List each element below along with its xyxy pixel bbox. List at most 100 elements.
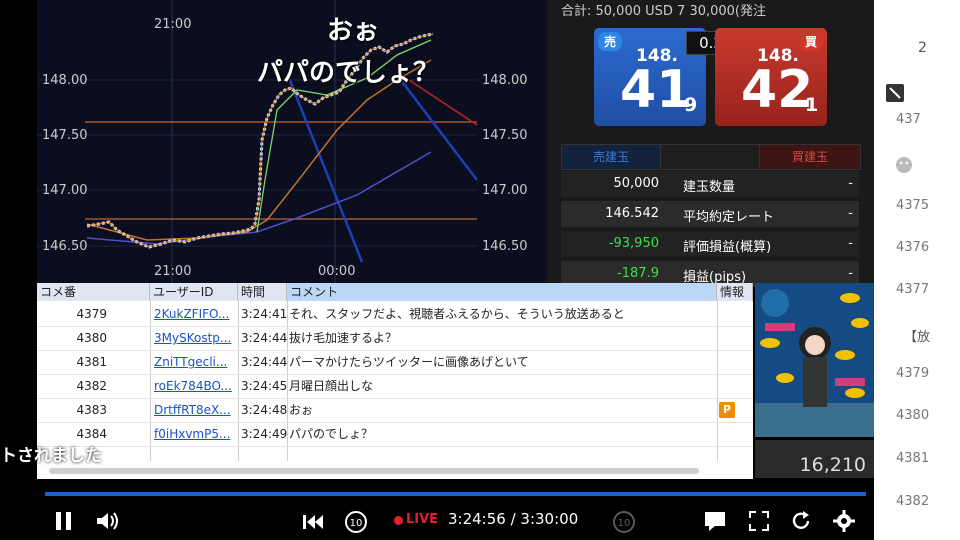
comment-time: 3:24:49 bbox=[241, 427, 287, 441]
y-tick-right: 148.00 bbox=[482, 73, 528, 88]
sidebar-comment-number: 4381 bbox=[896, 451, 930, 466]
y-tick-left: 147.00 bbox=[42, 183, 88, 198]
comment-time: 3:24:44 bbox=[241, 331, 287, 345]
fullscreen-icon[interactable] bbox=[747, 509, 771, 537]
comment-text: 抜け毛加速するよ？ bbox=[289, 331, 398, 345]
trading-panel: 合計: 50,000 USD 7 30,000(発注 売 148. 41 9 0… bbox=[547, 0, 874, 287]
sidebar-comment-number: 4379 bbox=[896, 366, 930, 381]
comment-number: 4380 bbox=[76, 331, 107, 345]
settings-gear-icon[interactable] bbox=[832, 509, 856, 537]
position-dash: - bbox=[848, 266, 853, 281]
column-header-comment[interactable]: コメント bbox=[287, 283, 717, 301]
x-tick-bottom: 21:00 bbox=[154, 264, 192, 279]
emoji-icon[interactable] bbox=[894, 155, 914, 175]
comment-user-link[interactable]: f0iHxvmP5... bbox=[154, 422, 234, 446]
column-header-user[interactable]: ユーザーID bbox=[150, 283, 238, 301]
comment-user-link[interactable]: ZniTTgecli... bbox=[154, 350, 234, 374]
position-header-spacer bbox=[660, 144, 760, 170]
pause-icon[interactable] bbox=[53, 510, 75, 536]
sell-price-decimal: 9 bbox=[684, 94, 698, 116]
position-value: -187.9 bbox=[617, 266, 659, 281]
position-label: 平均約定レート bbox=[683, 210, 775, 225]
comment-number: 4379 bbox=[76, 307, 107, 321]
seek-bar[interactable] bbox=[45, 492, 866, 496]
comment-icon[interactable] bbox=[703, 510, 727, 536]
y-tick-right: 147.00 bbox=[482, 183, 528, 198]
sell-price-main: 41 bbox=[620, 60, 693, 120]
column-header-info[interactable]: 情報 bbox=[717, 283, 753, 301]
comment-time: 3:24:45 bbox=[241, 379, 287, 393]
comment-number: 4383 bbox=[76, 403, 107, 417]
playback-time: 3:24:56 / 3:30:00 bbox=[448, 510, 579, 528]
overlay-comment-line2: パパのでしょ？ bbox=[257, 58, 440, 88]
live-indicator-dot bbox=[394, 516, 403, 525]
sidebar-comment-number: 4380 bbox=[896, 408, 930, 423]
comment-time: 3:24:41 bbox=[241, 307, 287, 321]
position-row-avg-rate: 146.542 平均約定レート - bbox=[561, 201, 859, 227]
x-tick-bottom: 00:00 bbox=[318, 264, 356, 279]
comment-row[interactable]: 4382 roEk784BO... 3:24:45 月曜日顔出しな bbox=[37, 374, 753, 399]
comment-time: 3:24:48 bbox=[241, 403, 287, 417]
position-dash: - bbox=[848, 206, 853, 221]
overlay-comment-line1: おぉ bbox=[327, 16, 380, 46]
sidebar-comment-number: 437 bbox=[896, 112, 921, 127]
position-value: -93,950 bbox=[608, 236, 659, 251]
buy-price-button[interactable]: 買 148. 42 1 bbox=[715, 28, 827, 126]
comment-number: 4381 bbox=[76, 355, 107, 369]
column-header-time[interactable]: 時間 bbox=[238, 283, 287, 301]
comment-text: おぉ bbox=[289, 403, 314, 417]
position-dash: - bbox=[848, 236, 853, 251]
comment-text: 月曜日顔出しな bbox=[289, 379, 374, 393]
position-label: 建玉数量 bbox=[683, 180, 736, 195]
chart-canvas bbox=[37, 0, 478, 283]
volume-icon[interactable] bbox=[95, 510, 121, 536]
comment-row[interactable]: 4383 DrtffRT8eX... 3:24:48 おぉ bbox=[37, 398, 753, 423]
y-tick-left: 146.50 bbox=[42, 239, 88, 254]
forward-10-icon[interactable]: 10 bbox=[611, 509, 637, 539]
x-tick-top: 21:00 bbox=[154, 17, 192, 32]
channel-line bbox=[287, 77, 364, 263]
y-tick-right: 147.50 bbox=[482, 128, 528, 143]
premium-badge: P bbox=[719, 402, 735, 418]
y-tick-right: 146.50 bbox=[482, 239, 528, 254]
total-summary: 合計: 50,000 USD 7 30,000(発注 bbox=[561, 4, 767, 19]
skip-back-icon[interactable] bbox=[301, 512, 325, 536]
comment-user-link[interactable]: 3MySKostp... bbox=[154, 326, 234, 350]
sidebar-top-digit: 2 bbox=[918, 40, 927, 56]
right-sidebar: 2 437 4375 4376 4377 【放 4379 4380 4381 4… bbox=[874, 0, 960, 540]
comment-row[interactable]: 4381 ZniTTgecli... 3:24:44 パーマかけたらツイッターに… bbox=[37, 350, 753, 375]
position-value: 146.542 bbox=[605, 206, 659, 221]
buy-price-main: 42 bbox=[741, 60, 814, 120]
y-tick-left: 147.50 bbox=[42, 128, 88, 143]
live-label: LIVE bbox=[406, 512, 439, 527]
position-dash: - bbox=[848, 176, 853, 191]
video-player-controls: 10 LIVE 3:24:56 / 3:30:00 10 bbox=[37, 482, 874, 540]
buy-price-decimal: 1 bbox=[805, 94, 819, 116]
rewind-10-icon[interactable]: 10 bbox=[343, 509, 369, 539]
comment-user-link[interactable]: DrtffRT8eX... bbox=[154, 398, 234, 422]
block-icon[interactable] bbox=[884, 82, 906, 104]
aquarium-image bbox=[755, 283, 874, 437]
system-message: トされました bbox=[0, 446, 102, 466]
comment-list: コメ番 ユーザーID 時間 コメント 情報 4379 2KukZFIFO... … bbox=[37, 283, 753, 479]
reload-icon[interactable] bbox=[789, 509, 813, 537]
comment-user-link[interactable]: 2KukZFIFO... bbox=[154, 302, 234, 326]
price-chart: 148.00 147.50 147.00 146.50 148.00 147.5… bbox=[37, 0, 547, 283]
broadcaster-thumbnail bbox=[755, 283, 874, 437]
comment-row[interactable]: 4380 3MySKostp... 3:24:44 抜け毛加速するよ？ bbox=[37, 326, 753, 351]
comment-text: パーマかけたらツイッターに画像あげといて bbox=[289, 355, 529, 369]
y-tick-left: 148.00 bbox=[42, 73, 88, 88]
comment-row[interactable]: 4379 2KukZFIFO... 3:24:41 それ、スタッフだよ、視聴者ふ… bbox=[37, 302, 753, 327]
svg-text:10: 10 bbox=[618, 518, 631, 529]
buy-position-header[interactable]: 買建玉 bbox=[759, 144, 861, 170]
sell-position-header[interactable]: 売建玉 bbox=[561, 144, 661, 170]
comment-user-link[interactable]: roEk784BO... bbox=[154, 374, 234, 398]
sidebar-bracket-text: 【放 bbox=[904, 330, 931, 345]
comment-text: パパのでしょ？ bbox=[289, 427, 374, 441]
horizontal-scrollbar[interactable] bbox=[49, 468, 699, 474]
sidebar-comment-number: 4376 bbox=[896, 240, 930, 255]
column-header-number[interactable]: コメ番 bbox=[37, 283, 150, 301]
svg-text:10: 10 bbox=[350, 518, 363, 529]
comment-row[interactable]: 4384 f0iHxvmP5... 3:24:49 パパのでしょ？ bbox=[37, 422, 753, 447]
sidebar-comment-number: 4375 bbox=[896, 198, 930, 213]
